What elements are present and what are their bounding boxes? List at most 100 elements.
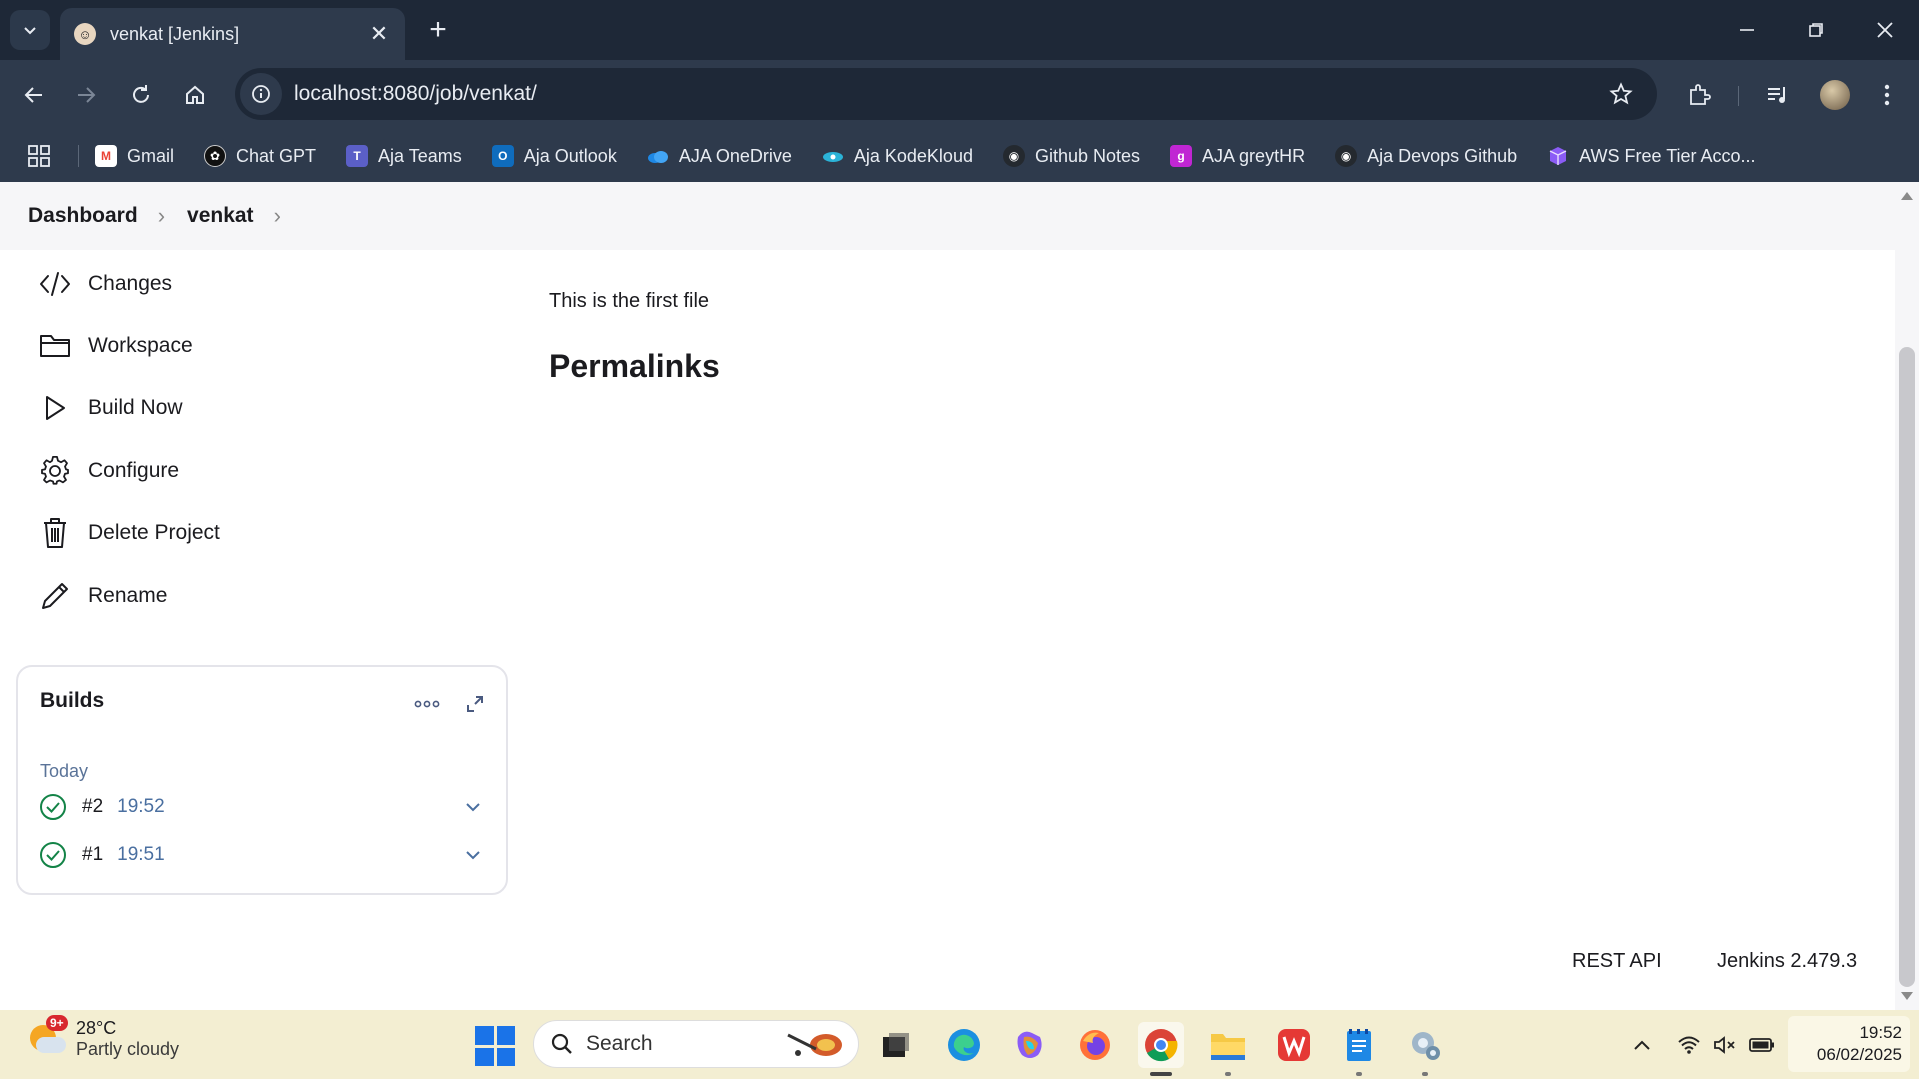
bookmark-aja-greythr[interactable]: g AJA greytHR	[1170, 145, 1305, 167]
sidebar-item-label: Build Now	[88, 396, 183, 419]
breadcrumb-venkat[interactable]: venkat	[187, 204, 254, 228]
close-tab-icon[interactable]: ✕	[367, 21, 391, 47]
url-text[interactable]: localhost:8080/job/venkat/	[294, 82, 1603, 106]
sidebar-item-delete-project[interactable]: Delete Project	[38, 511, 220, 555]
system-clock[interactable]: 19:52 06/02/2025	[1788, 1016, 1910, 1072]
build-row[interactable]: #2 19:52	[38, 787, 488, 827]
tab-title: venkat [Jenkins]	[110, 23, 240, 44]
chevron-down-icon[interactable]	[458, 792, 488, 822]
more-horizontal-icon[interactable]	[410, 687, 444, 721]
permalinks-heading: Permalinks	[549, 348, 720, 384]
taskbar-edge[interactable]	[941, 1022, 987, 1068]
build-row[interactable]: #1 19:51	[38, 835, 488, 875]
apps-grid-icon[interactable]	[24, 141, 54, 171]
bookmark-star-icon[interactable]	[1603, 76, 1639, 112]
bookmark-gmail[interactable]: M Gmail	[95, 145, 174, 167]
profile-avatar[interactable]	[1815, 75, 1855, 115]
taskbar-chrome[interactable]	[1138, 1022, 1184, 1076]
media-control-icon[interactable]	[1758, 75, 1798, 115]
bookmark-aja-outlook[interactable]: O Aja Outlook	[491, 145, 617, 167]
show-hidden-icons[interactable]	[1627, 1030, 1657, 1060]
search-highlight-icon	[787, 1033, 842, 1056]
taskbar-file-explorer[interactable]	[1205, 1022, 1251, 1076]
expand-icon[interactable]	[458, 687, 492, 721]
close-window-button[interactable]	[1862, 12, 1908, 48]
new-tab-button[interactable]: +	[420, 12, 456, 48]
chevron-up-icon	[1634, 1040, 1650, 1050]
notification-badge: 9+	[46, 1015, 68, 1031]
forward-button[interactable]	[66, 75, 106, 115]
build-number[interactable]: #2	[82, 796, 103, 818]
taskbar-wps-office[interactable]	[1271, 1022, 1317, 1068]
home-button[interactable]	[175, 75, 215, 115]
back-button[interactable]	[14, 75, 54, 115]
wifi-icon[interactable]	[1674, 1030, 1704, 1060]
active-tab[interactable]: ☺ venkat [Jenkins] ✕	[60, 8, 405, 60]
rest-api-link[interactable]: REST API	[1572, 950, 1662, 973]
bookmark-aja-onedrive[interactable]: AJA OneDrive	[647, 145, 792, 167]
sidebar-item-rename[interactable]: Rename	[38, 574, 167, 618]
tab-search-button[interactable]	[10, 10, 50, 50]
task-view-icon	[883, 1033, 909, 1057]
bookmark-aja-devops-github[interactable]: ◉ Aja Devops Github	[1335, 145, 1517, 167]
taskbar-settings[interactable]	[1402, 1022, 1448, 1076]
copilot-icon	[1017, 1031, 1042, 1058]
sidebar-item-configure[interactable]: Configure	[38, 449, 179, 493]
taskbar-task-view[interactable]	[873, 1022, 919, 1068]
partly-cloudy-icon: 9+	[26, 1015, 68, 1059]
jenkins-favicon-icon: ☺	[74, 23, 96, 45]
bookmark-label: Aja Outlook	[523, 145, 617, 166]
settings-gear-icon	[1412, 1032, 1440, 1060]
build-time[interactable]: 19:51	[117, 844, 458, 866]
bookmark-github-notes[interactable]: ◉ Github Notes	[1002, 145, 1140, 167]
bookmark-chatgpt[interactable]: ✿ Chat GPT	[204, 145, 316, 167]
taskbar-notepad[interactable]	[1336, 1022, 1382, 1076]
more-vertical-icon	[1884, 84, 1890, 106]
builds-title: Builds	[40, 689, 105, 712]
restore-button[interactable]	[1793, 12, 1839, 48]
taskbar-search-input[interactable]: Search	[533, 1020, 859, 1068]
sidebar-item-build-now[interactable]: Build Now	[38, 386, 183, 430]
outlook-icon: O	[491, 145, 514, 167]
volume-muted-icon[interactable]	[1710, 1030, 1740, 1060]
address-bar[interactable]: localhost:8080/job/venkat/	[235, 68, 1657, 120]
build-time[interactable]: 19:52	[117, 796, 458, 818]
github-icon: ◉	[1002, 145, 1025, 167]
sidebar-item-label: Configure	[88, 459, 180, 482]
extensions-icon[interactable]	[1679, 75, 1719, 115]
gear-icon	[38, 454, 72, 488]
battery-icon[interactable]	[1747, 1030, 1777, 1060]
gmail-icon: M	[95, 145, 117, 167]
sidebar-item-workspace[interactable]: Workspace	[38, 324, 193, 368]
site-info-icon[interactable]	[240, 73, 282, 115]
scroll-thumb[interactable]	[1899, 347, 1915, 987]
bookmark-aja-kodekloud[interactable]: Aja KodeKloud	[822, 145, 973, 167]
taskbar-copilot[interactable]	[1007, 1022, 1053, 1068]
code-icon	[38, 267, 72, 301]
success-check-icon	[38, 840, 68, 870]
bookmark-label: Chat GPT	[236, 145, 317, 166]
page-scrollbar[interactable]	[1895, 182, 1919, 1010]
chevron-down-icon[interactable]	[458, 840, 488, 870]
scroll-up-arrow-icon[interactable]	[1901, 192, 1913, 200]
breadcrumb-dashboard[interactable]: Dashboard	[28, 204, 138, 228]
weather-widget[interactable]: 9+ 28°C Partly cloudy	[26, 1015, 179, 1060]
reload-button[interactable]	[121, 75, 161, 115]
bookmark-aws-free-tier[interactable]: AWS Free Tier Acco...	[1547, 145, 1756, 167]
windows-start-icon[interactable]	[475, 1026, 515, 1066]
sidebar-item-changes[interactable]: Changes	[38, 262, 172, 306]
bookmark-aja-teams[interactable]: T Aja Teams	[346, 145, 462, 167]
home-icon	[186, 85, 204, 104]
browser-menu-button[interactable]	[1867, 75, 1907, 115]
minimize-button[interactable]	[1724, 12, 1770, 48]
jenkins-version-link[interactable]: Jenkins 2.479.3	[1717, 950, 1857, 973]
chevron-down-icon	[24, 27, 36, 35]
build-number[interactable]: #1	[82, 844, 103, 866]
trash-icon	[38, 516, 72, 550]
taskbar-firefox[interactable]	[1072, 1022, 1118, 1068]
chevron-right-icon[interactable]: ›	[274, 203, 281, 229]
play-icon	[38, 391, 72, 425]
success-check-icon	[38, 792, 68, 822]
onedrive-icon	[647, 145, 669, 167]
scroll-down-arrow-icon[interactable]	[1901, 992, 1913, 1000]
